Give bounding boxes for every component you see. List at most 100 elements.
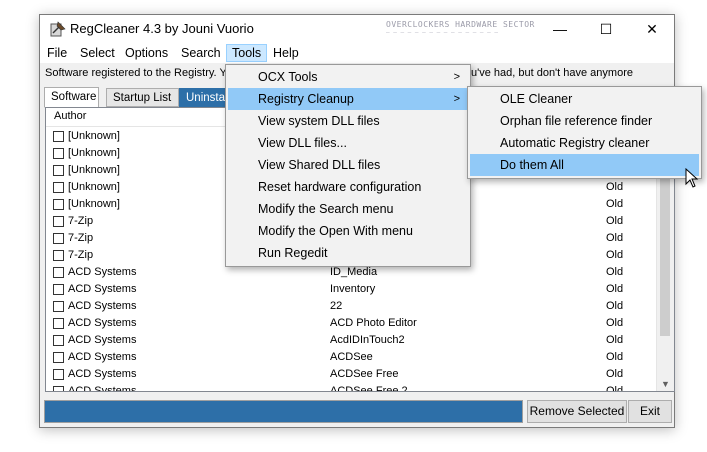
bottom-bar: Remove Selected Exit — [44, 400, 672, 424]
cell-name: ACDSee Free — [330, 368, 399, 380]
row-checkbox[interactable] — [53, 352, 64, 363]
menu-select[interactable]: Select — [75, 44, 120, 62]
tab-startup-list[interactable]: Startup List — [106, 88, 179, 107]
cell-author: [Unknown] — [68, 130, 120, 142]
cleanup-menu-item[interactable]: Automatic Registry cleaner — [470, 132, 699, 154]
menu-item-label: Automatic Registry cleaner — [500, 136, 650, 150]
tools-menu: OCX Tools > Registry Cleanup > View system D… — [225, 64, 471, 267]
table-row[interactable]: ACD Systems ACDSee Old — [46, 349, 674, 366]
cell-author: 7-Zip — [68, 215, 94, 227]
cell-status: Old — [606, 232, 624, 244]
tools-menu-item[interactable]: View system DLL files — [228, 110, 468, 132]
menu-item-label: Do them All — [500, 158, 564, 172]
window-title: RegCleaner 4.3 by Jouni Vuorio — [70, 21, 254, 36]
tab-software[interactable]: Software — [44, 87, 99, 108]
remove-selected-button[interactable]: Remove Selected — [527, 400, 627, 423]
cell-author: 7-Zip — [68, 249, 94, 261]
table-row[interactable]: ACD Systems 22 Old — [46, 298, 674, 315]
cell-name: ACDSee — [330, 351, 373, 363]
menu-options[interactable]: Options — [120, 44, 173, 62]
app-icon — [50, 21, 66, 37]
menu-search[interactable]: Search — [176, 44, 226, 62]
cell-author: ACD Systems — [68, 300, 137, 312]
cell-author: 7-Zip — [68, 232, 94, 244]
cell-author: ACD Systems — [68, 385, 137, 392]
cell-status: Old — [606, 249, 624, 261]
close-button[interactable]: ✕ — [629, 15, 675, 43]
registry-cleanup-submenu: OLE Cleaner Orphan file reference finder A… — [467, 86, 702, 179]
menu-bar: File Select Options Search Tools Help — [40, 43, 674, 63]
cleanup-menu-item[interactable]: Orphan file reference finder — [470, 110, 699, 132]
row-checkbox[interactable] — [53, 301, 64, 312]
row-checkbox[interactable] — [53, 369, 64, 380]
menu-item-label: Orphan file reference finder — [500, 114, 653, 128]
cell-status: Old — [606, 300, 624, 312]
row-checkbox[interactable] — [53, 386, 64, 391]
table-row[interactable]: ACD Systems ACD Photo Editor Old — [46, 315, 674, 332]
tools-menu-item[interactable]: OCX Tools > — [228, 66, 468, 88]
table-row[interactable]: ACD Systems ACDSee Free 2 Old — [46, 383, 674, 392]
title-bar[interactable]: RegCleaner 4.3 by Jouni Vuorio OVERCLOCK… — [40, 15, 674, 43]
table-row[interactable]: ACD Systems ACDSee Free Old — [46, 366, 674, 383]
cleanup-menu-item[interactable]: Do them All — [470, 154, 699, 176]
menu-item-label: Reset hardware configuration — [258, 180, 422, 194]
row-checkbox[interactable] — [53, 216, 64, 227]
row-checkbox[interactable] — [53, 165, 64, 176]
tools-menu-item[interactable]: View Shared DLL files — [228, 154, 468, 176]
menu-file[interactable]: File — [42, 44, 72, 62]
cell-name: ACD Photo Editor — [330, 317, 417, 329]
row-checkbox[interactable] — [53, 267, 64, 278]
header-author[interactable]: Author — [54, 110, 86, 122]
row-checkbox[interactable] — [53, 250, 64, 261]
cell-author: ACD Systems — [68, 283, 137, 295]
watermark-logo: OVERCLOCKERS HARDWARE SECTOR — — — — — —… — [386, 21, 535, 36]
cell-author: ACD Systems — [68, 334, 137, 346]
row-checkbox[interactable] — [53, 148, 64, 159]
exit-button[interactable]: Exit — [628, 400, 672, 423]
menu-help[interactable]: Help — [268, 44, 304, 62]
maximize-button[interactable]: ☐ — [583, 15, 629, 43]
cell-name: Inventory — [330, 283, 376, 295]
tools-menu-item[interactable]: Registry Cleanup > — [228, 88, 468, 110]
menu-item-label: Modify the Search menu — [258, 202, 394, 216]
cell-author: ACD Systems — [68, 351, 137, 363]
cell-author: ACD Systems — [68, 317, 137, 329]
cell-status: Old — [606, 351, 624, 363]
row-checkbox[interactable] — [53, 199, 64, 210]
menu-item-label: Registry Cleanup — [258, 92, 354, 106]
row-checkbox[interactable] — [53, 284, 64, 295]
cell-status: Old — [606, 334, 624, 346]
submenu-arrow-icon: > — [453, 93, 460, 105]
row-checkbox[interactable] — [53, 318, 64, 329]
cell-author: ACD Systems — [68, 368, 137, 380]
minimize-button[interactable]: — — [537, 15, 583, 43]
tools-menu-item[interactable]: Run Regedit — [228, 242, 468, 264]
cell-name: AcdIDInTouch2 — [330, 334, 405, 346]
cell-status: Old — [606, 198, 624, 210]
cleanup-menu-item[interactable]: OLE Cleaner — [470, 88, 699, 110]
cell-name: ACDSee Free 2 — [330, 385, 408, 392]
table-row[interactable]: ACD Systems AcdIDInTouch2 Old — [46, 332, 674, 349]
cell-status: Old — [606, 215, 624, 227]
menu-tools[interactable]: Tools — [226, 44, 268, 62]
row-checkbox[interactable] — [53, 335, 64, 346]
menu-item-label: OLE Cleaner — [500, 92, 573, 106]
cell-status: Old — [606, 283, 624, 295]
menu-item-label: View Shared DLL files — [258, 158, 381, 172]
tools-menu-item[interactable]: View DLL files... — [228, 132, 468, 154]
row-checkbox[interactable] — [53, 182, 64, 193]
menu-item-label: Run Regedit — [258, 246, 328, 260]
tab-uninstall[interactable]: Uninsta — [179, 88, 231, 107]
scroll-down-icon[interactable]: ▼ — [657, 379, 674, 389]
menu-item-label: View system DLL files — [258, 114, 380, 128]
cell-status: Old — [606, 266, 624, 278]
tools-menu-item[interactable]: Modify the Search menu — [228, 198, 468, 220]
tools-menu-item[interactable]: Modify the Open With menu — [228, 220, 468, 242]
row-checkbox[interactable] — [53, 131, 64, 142]
cell-author: ACD Systems — [68, 266, 137, 278]
row-checkbox[interactable] — [53, 233, 64, 244]
table-row[interactable]: ACD Systems Inventory Old — [46, 281, 674, 298]
menu-item-label: Modify the Open With menu — [258, 224, 413, 238]
cell-author: [Unknown] — [68, 181, 120, 193]
tools-menu-item[interactable]: Reset hardware configuration — [228, 176, 468, 198]
